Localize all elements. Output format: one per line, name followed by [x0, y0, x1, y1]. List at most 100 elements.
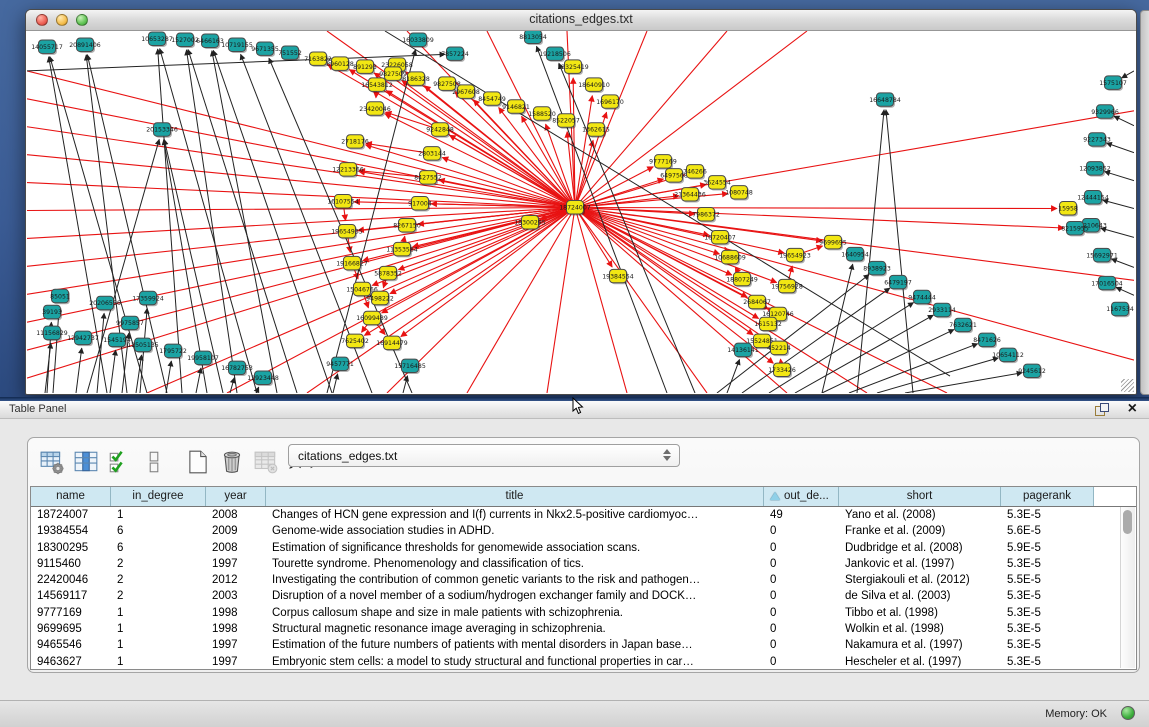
table-settings-icon[interactable] [38, 448, 65, 476]
graph-node[interactable]: 1640954 [841, 247, 869, 262]
graph-node[interactable]: 9242848 [426, 123, 454, 138]
graph-node[interactable]: 9699695 [819, 235, 847, 250]
graph-node[interactable]: 9975857 [116, 316, 144, 331]
graph-edge[interactable] [849, 344, 978, 393]
scrollbar-thumb[interactable] [1123, 510, 1132, 534]
graph-node[interactable]: 10719155 [221, 38, 253, 53]
graph-edge[interactable] [1105, 172, 1134, 181]
graph-node[interactable]: 12942737 [67, 331, 99, 346]
graph-node[interactable]: 8267150 [393, 218, 421, 233]
window-resize-grip[interactable] [1121, 379, 1134, 392]
column-header-title[interactable]: title [266, 487, 764, 506]
table-row[interactable]: 946554611997Estimation of the future num… [31, 637, 1136, 653]
graph-node[interactable]: 1575107 [1099, 76, 1127, 91]
graph-edge[interactable] [1106, 143, 1134, 153]
show-column-icon[interactable] [72, 448, 99, 476]
table-row[interactable]: 1872400712008Changes of HCN gene express… [31, 507, 1136, 523]
vertical-scrollbar[interactable] [1120, 507, 1135, 668]
graph-node[interactable]: 9146821 [502, 100, 530, 115]
graph-node[interactable]: 15692971 [1086, 248, 1118, 263]
graph-edge[interactable] [1122, 71, 1134, 78]
graph-node[interactable]: 11156829 [36, 326, 68, 341]
graph-node[interactable]: 19654935 [331, 224, 363, 239]
graph-node[interactable]: 7632621 [949, 318, 977, 333]
graph-node[interactable]: 1795722 [159, 344, 187, 359]
row-height-icon[interactable] [140, 448, 167, 476]
graph-node[interactable]: 19384554 [602, 269, 634, 284]
table-row[interactable]: 969969511998Structural magnetic resonanc… [31, 621, 1136, 637]
graph-edge[interactable] [1116, 287, 1134, 295]
graph-node[interactable]: 891293 [353, 60, 377, 75]
graph-edge[interactable] [575, 31, 647, 208]
table-row[interactable]: 946362711997Embryonic stem cells: a mode… [31, 654, 1136, 670]
graph-node[interactable]: 1733426 [768, 363, 796, 378]
graph-edge[interactable] [442, 158, 575, 208]
graph-edge[interactable] [27, 208, 575, 351]
graph-node[interactable]: 3624554 [703, 176, 731, 191]
graph-edge[interactable] [795, 315, 933, 393]
column-header-in_degree[interactable]: in_degree [111, 487, 206, 506]
graph-edge[interactable] [333, 374, 338, 393]
graph-node[interactable]: 9245612 [1018, 364, 1046, 379]
graph-node[interactable]: 10654112 [992, 348, 1024, 363]
graph-node[interactable]: 1080748 [725, 186, 753, 201]
graph-node[interactable]: 6479197 [884, 275, 912, 290]
graph-node[interactable]: 85051 [50, 289, 70, 304]
column-header-pagerank[interactable]: pagerank [1001, 487, 1094, 506]
graph-edge[interactable] [27, 155, 575, 208]
graph-node[interactable]: 16782753 [221, 361, 253, 376]
graph-edge[interactable] [822, 330, 954, 393]
table-row[interactable]: 2242004622012Investigating the contribut… [31, 572, 1136, 588]
graph-edge[interactable] [1114, 116, 1134, 126]
graph-node[interactable]: 16720407 [704, 230, 736, 245]
graph-node[interactable]: 7986372 [692, 208, 720, 223]
graph-node[interactable]: 7857224 [441, 47, 469, 62]
graph-node[interactable]: 12923448 [247, 371, 279, 386]
column-header-out_de[interactable]: out_de... [764, 487, 839, 506]
graph-node[interactable]: 39193 [42, 305, 62, 320]
graph-edge[interactable] [1101, 228, 1134, 237]
graph-node[interactable]: 452214 [767, 341, 791, 356]
network-view-window[interactable]: citations_edges.txt 18724007183002951938… [25, 9, 1137, 395]
graph-edge[interactable] [727, 359, 740, 393]
graph-edge[interactable] [212, 51, 277, 393]
graph-edge[interactable] [27, 208, 575, 379]
graph-edge[interactable] [186, 50, 237, 393]
collapsed-panel-edge[interactable] [1140, 10, 1149, 395]
graph-node[interactable]: 1167534 [1106, 302, 1134, 317]
graph-node[interactable]: 2803144 [418, 147, 446, 162]
graph-node[interactable]: 8938923 [863, 261, 891, 276]
graph-node[interactable]: 19166827 [336, 256, 368, 271]
graph-edge[interactable] [575, 208, 1134, 361]
graph-edge[interactable] [547, 208, 575, 393]
graph-node[interactable]: 9777169 [649, 155, 677, 170]
graph-node[interactable]: 19218506 [539, 47, 571, 62]
graph-edge[interactable] [385, 31, 950, 376]
graph-node[interactable]: 10653287 [141, 32, 173, 47]
graph-node[interactable]: 12444154 [1077, 191, 1109, 206]
table-row[interactable]: 1830029562008Estimation of significance … [31, 540, 1136, 556]
graph-edge[interactable] [87, 139, 159, 393]
column-header-short[interactable]: short [839, 487, 1001, 506]
graph-edge[interactable] [905, 373, 1022, 393]
graph-node[interactable]: 751552 [278, 46, 302, 61]
graph-node[interactable]: 15958 [1058, 202, 1078, 217]
select-columns-icon[interactable] [106, 448, 133, 476]
graph-node[interactable]: 12325419 [557, 60, 589, 75]
graph-edge[interactable] [76, 348, 82, 393]
table-row[interactable]: 911546021997Tourette syndrome. Phenomeno… [31, 556, 1136, 572]
graph-node[interactable]: 19756928 [771, 279, 803, 294]
network-graph[interactable]: 1872400718300295193845549777169649756874… [27, 31, 1134, 393]
graph-node[interactable]: 2718176 [341, 135, 369, 150]
graph-node[interactable]: 20153346 [146, 123, 178, 138]
float-panel-icon[interactable] [1095, 403, 1109, 416]
graph-node[interactable]: 18640910 [578, 78, 610, 93]
graph-node[interactable]: 16648784 [869, 93, 901, 108]
network-canvas[interactable]: 1872400718300295193845549777169649756874… [27, 31, 1134, 393]
graph-node[interactable]: 14055717 [31, 40, 63, 55]
column-header-name[interactable]: name [31, 487, 111, 506]
window-titlebar[interactable]: citations_edges.txt [26, 10, 1136, 31]
graph-node[interactable]: 9671355 [251, 42, 279, 57]
graph-node[interactable]: 8813054 [519, 31, 547, 45]
graph-node[interactable]: 16033809 [402, 33, 434, 48]
